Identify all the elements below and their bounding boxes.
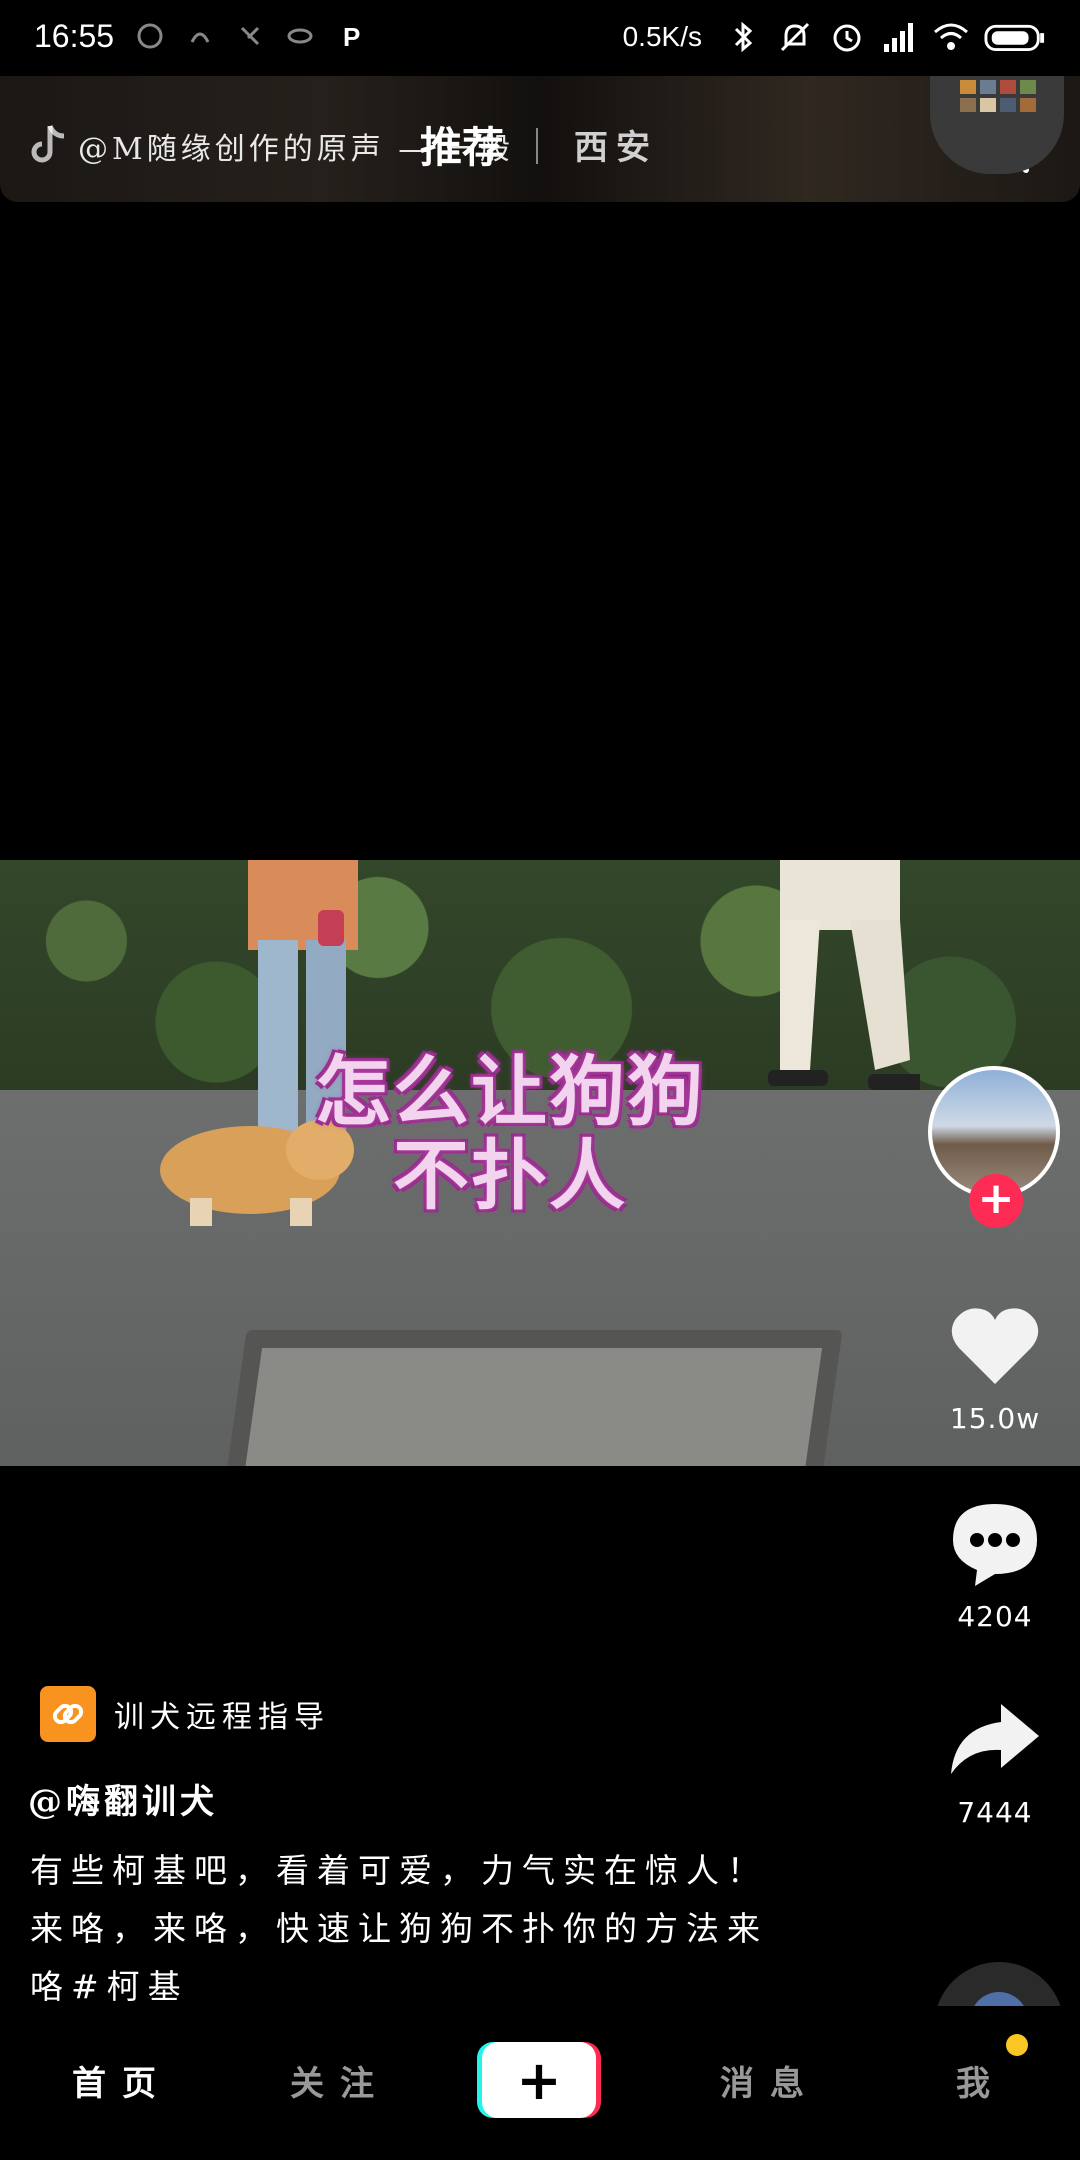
tiktok-watermark-icon	[31, 124, 65, 163]
app-screen: 16:55 P 0.5K/s @M随缘创作的原声 — 一般 推荐 西安 怎么让狗…	[0, 0, 1080, 2160]
signal-icon	[884, 23, 913, 52]
comment-icon	[953, 1504, 1037, 1586]
p-app-icon: P	[338, 22, 362, 50]
video-manhole	[213, 1330, 843, 1466]
plus-icon: +	[516, 2048, 562, 2112]
share-icon	[951, 1704, 1039, 1774]
create-button[interactable]: +	[482, 2042, 596, 2118]
like-button[interactable]: 15.0w	[940, 1296, 1050, 1435]
video-description: 有些柯基吧，看着可爱，力气实在惊人！ 来咯，来咯，快速让狗狗不扑你的方法来 咯#…	[30, 1842, 790, 2016]
status-time: 16:55	[34, 18, 115, 54]
wifi-icon	[934, 23, 968, 50]
link-icon	[40, 1686, 96, 1742]
notification-icons: P	[136, 22, 364, 50]
bluetooth-icon	[734, 21, 753, 53]
nav-home[interactable]: 首页	[72, 2056, 172, 2105]
svg-text:P: P	[343, 22, 360, 50]
tab-divider	[536, 128, 538, 164]
share-count: 7444	[957, 1796, 1033, 1829]
follow-button[interactable]: +	[969, 1174, 1023, 1228]
video-caption-line: 不扑人	[393, 1131, 627, 1220]
comment-button[interactable]: 4204	[940, 1494, 1050, 1633]
app-notification-icon	[137, 23, 163, 49]
app-notification-icon	[287, 28, 313, 44]
net-speed: 0.5K/s	[622, 21, 702, 52]
battery-icon	[984, 24, 1045, 52]
promo-label: 训犬远程指导	[114, 1700, 330, 1735]
comment-count: 4204	[957, 1600, 1033, 1633]
mute-icon	[780, 22, 810, 52]
video-caption-line: 怎么让狗狗	[315, 1047, 705, 1136]
app-notification-icon	[190, 32, 210, 43]
video-walker	[768, 860, 920, 1090]
promo-link[interactable]: 训犬远程指导	[40, 1686, 330, 1742]
video-caption: 怎么让狗狗 不扑人	[300, 1050, 720, 1218]
description-line: 有些柯基吧，看着可爱，力气实在惊人！	[30, 1851, 768, 1890]
nav-me[interactable]: 我	[956, 2056, 1006, 2105]
heart-icon	[951, 1308, 1039, 1384]
tab-city[interactable]: 西安	[574, 120, 658, 169]
tab-recommend[interactable]: 推荐	[420, 114, 504, 175]
share-button[interactable]: 7444	[940, 1690, 1050, 1829]
nav-follow[interactable]: 关注	[290, 2056, 390, 2105]
alarm-icon	[833, 24, 861, 52]
author-username[interactable]: @嗨翻训犬	[28, 1774, 218, 1823]
description-line: 来咯，来咯，快速让狗狗不扑你的方法来	[30, 1909, 768, 1948]
top-video-strip: @M随缘创作的原声 — 一般 推荐 西安	[0, 76, 1080, 202]
app-notification-icon	[240, 26, 260, 46]
status-right: 0.5K/s	[623, 18, 1046, 56]
bottom-nav: 首页 关注 + 消息 我	[0, 2006, 1080, 2160]
notification-dot	[1006, 2034, 1028, 2056]
nav-inbox[interactable]: 消息	[720, 2056, 820, 2105]
status-bar: 16:55 P 0.5K/s	[0, 0, 1080, 76]
video-player[interactable]: 怎么让狗狗 不扑人	[0, 860, 1080, 1466]
like-count: 15.0w	[949, 1402, 1041, 1435]
